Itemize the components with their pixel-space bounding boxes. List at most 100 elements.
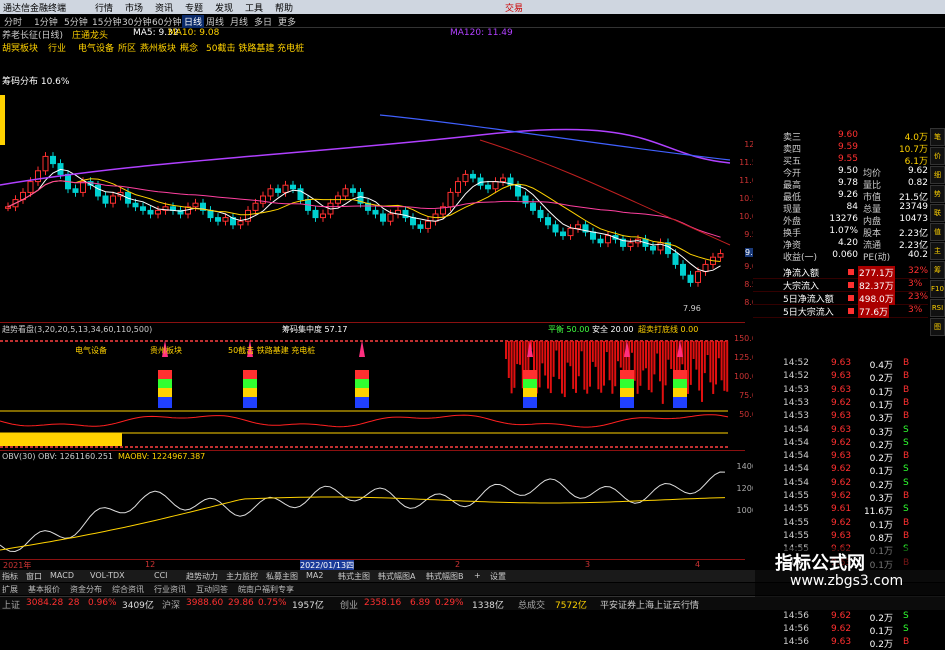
side-tab[interactable]: 图: [930, 318, 945, 336]
indicator-tab[interactable]: 设置: [490, 571, 506, 582]
period-tab-3[interactable]: 15分钟: [92, 15, 121, 28]
tick-row[interactable]: 14:54 9.62 0.1万 S: [753, 464, 928, 477]
tick-row[interactable]: 14:54 9.63 0.3万 S: [753, 425, 928, 438]
period-tab-0[interactable]: 分时: [4, 15, 22, 28]
sh-index-label: 上证: [2, 601, 21, 611]
tag-4[interactable]: 燕州板块: [140, 41, 176, 54]
side-tab[interactable]: 势: [930, 185, 945, 203]
side-tab[interactable]: 细: [930, 166, 945, 184]
indicator-tab[interactable]: 主力监控: [226, 571, 258, 582]
tick-row[interactable]: 14:53 9.62 0.1万 B: [753, 398, 928, 411]
menu-help[interactable]: 帮助: [275, 1, 293, 14]
tick-row[interactable]: 14:54 9.62 0.2万 S: [753, 438, 928, 451]
tick-row[interactable]: 14:55 9.62 0.1万 B: [753, 518, 928, 531]
tick-row[interactable]: 14:54 9.63 0.2万 B: [753, 451, 928, 464]
side-tab[interactable]: 联: [930, 204, 945, 222]
period-tab-10[interactable]: 更多: [278, 15, 296, 28]
indicator-tab[interactable]: MACD: [50, 571, 74, 580]
menu-topic[interactable]: 专题: [185, 1, 203, 14]
period-tab-5[interactable]: 60分钟: [152, 15, 181, 28]
side-tab[interactable]: F10: [930, 280, 945, 298]
indicator-tab[interactable]: 韩式幅图B: [426, 571, 464, 582]
info-tab[interactable]: 互动问答: [196, 584, 228, 595]
tick-price: 9.62: [831, 491, 852, 501]
menu-discover[interactable]: 发现: [215, 1, 233, 14]
period-tab-7[interactable]: 周线: [206, 15, 224, 28]
tick-side: B: [903, 371, 910, 382]
tick-side: S: [903, 504, 909, 515]
quote-value: 0.060: [832, 250, 858, 260]
tag-1[interactable]: 行业: [48, 41, 66, 54]
candle-body: [500, 177, 506, 183]
menu-tools[interactable]: 工具: [245, 1, 263, 14]
flow-key: 净流入额: [783, 269, 820, 279]
menu-news[interactable]: 资讯: [155, 1, 173, 14]
indicator-tab[interactable]: VOL-TDX: [90, 571, 125, 580]
info-tab[interactable]: 扩展: [2, 584, 18, 595]
tick-row[interactable]: 14:53 9.63 0.3万 B: [753, 411, 928, 424]
quote-row: 换手 1.07% 股本 2.23亿: [753, 226, 928, 239]
tick-price: 9.63: [831, 371, 852, 382]
histogram-bar: [709, 341, 712, 383]
indicator-tab[interactable]: 指标: [2, 571, 18, 582]
side-tab[interactable]: 笔: [930, 128, 945, 146]
tick-row[interactable]: 14:56 9.62 0.2万 S: [753, 611, 928, 624]
candle-body: [320, 213, 326, 219]
menu-market[interactable]: 行情: [95, 1, 113, 14]
info-tab[interactable]: 皖南户福利专享: [238, 584, 294, 595]
period-tab-8[interactable]: 月线: [230, 15, 248, 28]
side-tab[interactable]: RSI: [930, 299, 945, 317]
histogram-bar: [723, 341, 726, 391]
period-tab-4[interactable]: 30分钟: [122, 15, 151, 28]
tick-row[interactable]: 14:55 9.63 0.8万 B: [753, 531, 928, 544]
quote-row: 最高 9.78 量比 0.82: [753, 178, 928, 191]
side-tab[interactable]: 筹: [930, 261, 945, 279]
signal-tower-yellow: [620, 388, 634, 397]
tick-row[interactable]: 14:52 9.63 0.4万 B: [753, 358, 928, 371]
period-tab-6[interactable]: 日线: [182, 15, 205, 28]
chart-area[interactable]: [0, 55, 752, 570]
period-tab-2[interactable]: 5分钟: [64, 15, 88, 28]
tick-volume: 11.6万: [863, 507, 893, 518]
tick-row[interactable]: 14:54 9.62 0.2万 S: [753, 477, 928, 491]
tick-time: 14:54: [783, 477, 809, 488]
indicator-tab[interactable]: 趋势动力: [186, 571, 218, 582]
info-tab[interactable]: 基本报价: [28, 584, 60, 595]
tick-row[interactable]: 14:56 9.62 0.1万 S: [753, 624, 928, 637]
tag-0[interactable]: 胡冥板块: [2, 41, 38, 54]
tick-row[interactable]: 14:56 9.63 0.2万 B: [753, 637, 928, 650]
indicator-tab[interactable]: 窗口: [26, 571, 42, 582]
indicator-tab[interactable]: MA2: [306, 571, 323, 580]
tick-row[interactable]: 14:53 9.63 0.1万 B: [753, 385, 928, 398]
tag-5[interactable]: 概念: [180, 41, 198, 54]
cy-index-pct: 0.29%: [435, 598, 464, 608]
side-tab[interactable]: 值: [930, 223, 945, 241]
period-tab-1[interactable]: 1分钟: [34, 15, 58, 28]
side-tab[interactable]: 价: [930, 147, 945, 165]
info-tab[interactable]: 行业资讯: [154, 584, 186, 595]
histogram-bar: [639, 341, 642, 386]
menu-exchange[interactable]: 市场: [125, 1, 143, 14]
tick-row[interactable]: 14:55 9.61 11.6万 S: [753, 504, 928, 518]
tag-6[interactable]: 50截击 铁路基建 充电桩: [206, 41, 304, 54]
info-tab[interactable]: 综合资讯: [112, 584, 144, 595]
indicator-tab[interactable]: CCI: [154, 571, 168, 580]
indicator-tab[interactable]: +: [474, 571, 481, 580]
histogram-bar: [544, 341, 547, 376]
indicator-tab[interactable]: 韩式幅图A: [378, 571, 415, 582]
tick-row[interactable]: 14:52 9.63 0.2万 B: [753, 371, 928, 384]
indicator-tab[interactable]: 私募主图: [266, 571, 298, 582]
sz-index-change: 29.86: [228, 598, 254, 608]
trade-button[interactable]: 交易: [505, 1, 523, 14]
period-tab-9[interactable]: 多日: [254, 15, 272, 28]
info-tab[interactable]: 资金分布: [70, 584, 102, 595]
histogram-bar: [603, 341, 605, 386]
indicator-tab[interactable]: 韩式主图: [338, 571, 370, 582]
candle-body: [312, 209, 319, 219]
candle-body: [702, 263, 709, 273]
candle-body: [410, 217, 416, 226]
tag-3[interactable]: 所区: [118, 41, 136, 54]
side-tab[interactable]: 主: [930, 242, 945, 260]
tick-row[interactable]: 14:55 9.62 0.3万 B: [753, 491, 928, 504]
tag-2[interactable]: 电气设备: [78, 41, 114, 54]
